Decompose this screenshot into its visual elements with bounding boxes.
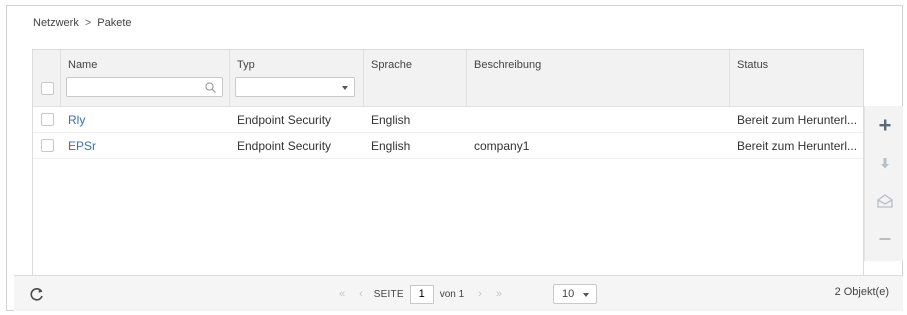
column-header-name[interactable]: Name: [61, 50, 230, 107]
row-checkbox[interactable]: [41, 113, 54, 126]
page-size-value: 10: [561, 288, 575, 300]
table-footer: « ‹ SEITE von 1 › » 10 2 Objekt(e): [14, 275, 903, 311]
page-number-input[interactable]: [409, 284, 434, 304]
pagination: « ‹ SEITE von 1 › » 10: [332, 284, 597, 304]
package-status: Bereit zum Herunterl...: [737, 139, 858, 153]
object-count: 2 Objekt(e): [834, 286, 889, 298]
package-type: Endpoint Security: [237, 113, 332, 127]
name-filter[interactable]: [66, 77, 223, 97]
add-package-button[interactable]: [865, 106, 904, 144]
package-language: English: [371, 139, 411, 153]
name-filter-input[interactable]: [67, 78, 222, 96]
column-label-status: Status: [737, 59, 769, 71]
remove-package-button[interactable]: [865, 220, 904, 258]
select-all-checkbox[interactable]: [41, 82, 54, 95]
download-arrow-icon: [880, 158, 889, 169]
first-page-button[interactable]: «: [339, 288, 345, 300]
column-label-language: Sprache: [371, 59, 412, 71]
table-row[interactable]: EPSr Endpoint Security English company1 …: [33, 133, 863, 159]
last-page-button[interactable]: »: [496, 288, 502, 300]
packages-panel: Netzwerk > Pakete Name Typ Sprache Besch…: [6, 5, 903, 311]
chevron-down-icon: [582, 293, 589, 297]
type-filter-select[interactable]: [235, 77, 355, 97]
action-toolbar: [864, 106, 903, 261]
column-label-description: Beschreibung: [474, 59, 542, 71]
package-name-link[interactable]: EPSr: [68, 133, 228, 159]
column-header-status[interactable]: Status: [730, 50, 865, 107]
select-all-header: [33, 50, 61, 107]
prev-page-button[interactable]: ‹: [359, 288, 363, 300]
chevron-down-icon: [342, 86, 348, 90]
package-status: Bereit zum Herunterl...: [737, 113, 858, 127]
breadcrumb: Netzwerk > Pakete: [33, 17, 132, 29]
page-count-text: von 1: [439, 288, 465, 300]
minus-icon: [879, 238, 890, 240]
package-description: company1: [474, 139, 530, 153]
table-header: Name Typ Sprache Beschreibung Status: [33, 50, 863, 107]
package-type: Endpoint Security: [237, 139, 332, 153]
page-size-select[interactable]: 10: [552, 284, 597, 304]
breadcrumb-root[interactable]: Netzwerk: [33, 17, 79, 29]
refresh-icon[interactable]: [28, 285, 46, 303]
plus-icon: [879, 119, 890, 131]
next-page-button[interactable]: ›: [478, 288, 482, 300]
download-package-button[interactable]: [865, 144, 904, 182]
breadcrumb-current: Pakete: [97, 17, 132, 29]
send-package-button[interactable]: [865, 182, 904, 220]
package-language: English: [371, 113, 411, 127]
envelope-icon: [876, 194, 893, 208]
column-label-type: Typ: [237, 59, 255, 71]
packages-table: Name Typ Sprache Beschreibung Status Rly…: [32, 49, 864, 285]
package-description: [474, 107, 728, 133]
column-label-name: Name: [68, 59, 98, 71]
page-label: SEITE: [373, 288, 404, 300]
search-icon: [205, 82, 216, 93]
column-header-type[interactable]: Typ: [230, 50, 364, 107]
column-header-description[interactable]: Beschreibung: [467, 50, 730, 107]
column-header-language[interactable]: Sprache: [364, 50, 467, 107]
table-row[interactable]: Rly Endpoint Security English Bereit zum…: [33, 107, 863, 133]
package-name-link[interactable]: Rly: [68, 107, 228, 133]
row-checkbox[interactable]: [41, 139, 54, 152]
breadcrumb-separator: >: [84, 17, 92, 29]
